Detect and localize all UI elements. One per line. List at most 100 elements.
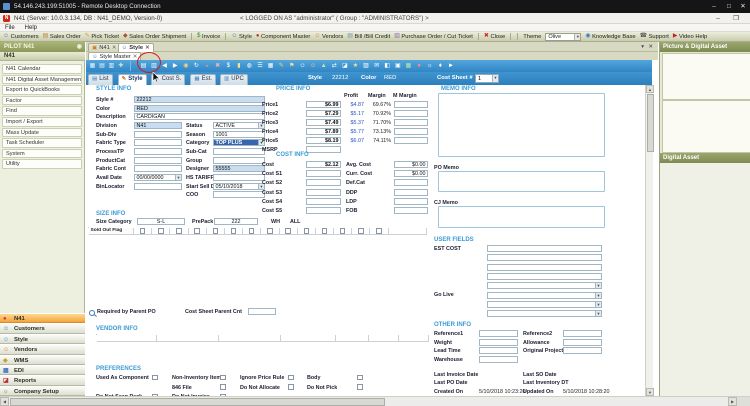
rdp-close-button[interactable]: ✕ <box>737 0 749 13</box>
field-fabric-cont[interactable] <box>134 165 182 172</box>
memo-icon[interactable]: ✎ <box>277 62 286 70</box>
tabstrip-close-icon[interactable]: ✕ <box>648 44 653 50</box>
sold-out-checkbox[interactable] <box>213 228 219 234</box>
field-price2[interactable]: $7.29 <box>306 110 341 117</box>
star-icon[interactable]: ★ <box>351 62 360 70</box>
field-curr-cost[interactable]: $0.00 <box>394 170 428 177</box>
field-cost-s2[interactable] <box>306 179 341 186</box>
sold-out-checkbox[interactable] <box>158 228 164 234</box>
field-designer[interactable]: 55555 <box>213 165 265 172</box>
sidebar-item-export-to-quickbooks[interactable]: Export to QuickBooks <box>2 85 82 95</box>
pref-checkbox-non-inventory-item[interactable] <box>220 375 226 381</box>
rdp-maximize-button[interactable]: □ <box>723 0 735 13</box>
tab-list-dropdown-icon[interactable]: ▾ <box>641 44 644 50</box>
field-fabric-type[interactable] <box>134 139 182 146</box>
form-tab-upc[interactable]: ▥UPC <box>220 74 248 86</box>
camera-icon[interactable]: ◍ <box>245 62 254 70</box>
pin-icon[interactable]: ◉ <box>77 42 82 52</box>
vendor-cell[interactable] <box>399 335 429 342</box>
sidebar-item-utility[interactable]: Utility <box>2 159 82 169</box>
field-reference1[interactable] <box>479 330 518 337</box>
field-msrp[interactable] <box>306 146 341 153</box>
field-sub-div[interactable] <box>134 131 182 138</box>
view-grid-icon[interactable]: ▦ <box>88 62 97 70</box>
field-start-sell-dt[interactable]: 05/10/2018▼ <box>213 183 265 190</box>
vendor-cell[interactable] <box>281 335 336 342</box>
pref-checkbox-body[interactable] <box>357 375 363 381</box>
accordion-item-reports[interactable]: ◪Reports <box>0 375 85 385</box>
matrix-icon[interactable]: ▦ <box>266 62 275 70</box>
toolbar-button-close[interactable]: ✖Close <box>484 33 505 40</box>
field-binlocator[interactable] <box>134 183 182 190</box>
field-avg-cost[interactable]: $0.00 <box>394 161 428 168</box>
vendor-icon[interactable]: ☺ <box>309 62 318 70</box>
prepack-field[interactable]: 222 <box>214 218 258 225</box>
sold-out-checkbox[interactable] <box>140 228 146 234</box>
dock-header[interactable]: PILOT N41 ◉ <box>0 42 85 52</box>
user-field-6[interactable]: ▼ <box>487 292 602 299</box>
toolbar-button-sales-order-shipment[interactable]: ◆Sales Order Shipment <box>123 33 186 40</box>
sold-out-checkbox[interactable] <box>231 228 237 234</box>
export-icon[interactable]: ► <box>446 62 455 70</box>
horizontal-scroll-thumb[interactable] <box>10 398 385 406</box>
form-tab-list[interactable]: ▤List <box>88 74 113 86</box>
app-minimize-button[interactable]: – <box>712 13 724 24</box>
field-original-projection[interactable] <box>563 347 602 354</box>
rdp-minimize-button[interactable]: – <box>708 0 720 13</box>
field-group[interactable] <box>213 157 265 164</box>
scroll-down-icon[interactable]: ▼ <box>646 388 654 396</box>
accordion-item-wms[interactable]: ◆WMS <box>0 355 85 365</box>
toolbar-button-bill-bill-credit[interactable]: ▤Bill /Bill Credit <box>347 33 390 40</box>
new-mini-icon[interactable]: ✚ <box>117 62 126 70</box>
field-sub-cat[interactable] <box>213 148 265 155</box>
sold-out-checkbox[interactable] <box>376 228 382 234</box>
user-field-2[interactable] <box>487 254 602 261</box>
accordion-item-edi[interactable]: ▦EDI <box>0 365 85 375</box>
picture-box[interactable] <box>662 53 750 100</box>
field-price5[interactable]: $8.19 <box>306 137 341 144</box>
picture-box-secondary[interactable] <box>662 100 750 153</box>
prev-record-icon[interactable]: ◀ <box>160 62 169 70</box>
user-field-8[interactable]: ▼ <box>487 310 602 317</box>
field-def-cat[interactable] <box>394 179 428 186</box>
form-tab-est-[interactable]: ▦Est. <box>190 74 216 86</box>
toolbar-button-pick-ticket[interactable]: ✎Pick Ticket <box>85 33 119 40</box>
vendor-cell[interactable] <box>97 335 157 342</box>
sidebar-item-find[interactable]: Find <box>2 106 82 116</box>
toolbar-button-invoice[interactable]: $Invoice <box>197 33 220 40</box>
field-season[interactable]: 1001 <box>213 131 265 138</box>
field-cost-s1[interactable] <box>306 170 341 177</box>
field-cost-s4[interactable] <box>306 198 341 205</box>
next-record-icon[interactable]: ▶ <box>171 62 180 70</box>
field-fob[interactable] <box>394 207 428 214</box>
field-reference2[interactable] <box>563 330 602 337</box>
toolbar-button-knowledge-base[interactable]: ◉Knowledge Base <box>585 33 635 40</box>
toolbar-button-component-master[interactable]: ●Component Master <box>256 33 310 40</box>
refresh-icon[interactable]: ↻ <box>192 62 201 70</box>
sidebar-item-n41-digital-asset-management[interactable]: N41 Digital Asset Management <box>2 75 82 85</box>
accordion-item-style[interactable]: ☺Style <box>0 334 85 344</box>
label-icon[interactable]: ♦ <box>436 62 445 70</box>
new-record-icon[interactable]: ◉ <box>181 62 190 70</box>
lookup-icon[interactable] <box>89 310 95 316</box>
documents-icon[interactable]: ▨ <box>362 62 371 70</box>
po-memo-textarea[interactable] <box>438 171 605 192</box>
size-scale-icon[interactable]: ☰ <box>256 62 265 70</box>
pref-checkbox-846-file[interactable] <box>220 384 226 390</box>
digital-asset-header[interactable]: Digital Asset <box>660 153 750 163</box>
toolbar-button-support[interactable]: ☎Support <box>640 33 669 40</box>
style-color-icon[interactable]: ◒ <box>203 62 212 70</box>
mail-icon[interactable]: ✉ <box>372 62 381 70</box>
excel-icon[interactable]: ▦ <box>404 62 413 70</box>
app-restore-button[interactable]: ❐ <box>730 13 742 24</box>
field-lead-time[interactable] <box>479 347 518 354</box>
cj-memo-textarea[interactable] <box>438 206 605 228</box>
sidebar-item-mass-update[interactable]: Mass Update <box>2 128 82 138</box>
accordion-item-customers[interactable]: ☺Customers <box>0 323 85 333</box>
sidebar-item-system[interactable]: System <box>2 149 82 159</box>
field-ddp[interactable] <box>394 189 428 196</box>
price-icon[interactable]: $ <box>224 62 233 70</box>
field-coo[interactable] <box>213 191 265 198</box>
vendor-cell[interactable] <box>336 335 369 342</box>
field-avail-date[interactable]: 00/00/0000▼ <box>134 174 182 181</box>
